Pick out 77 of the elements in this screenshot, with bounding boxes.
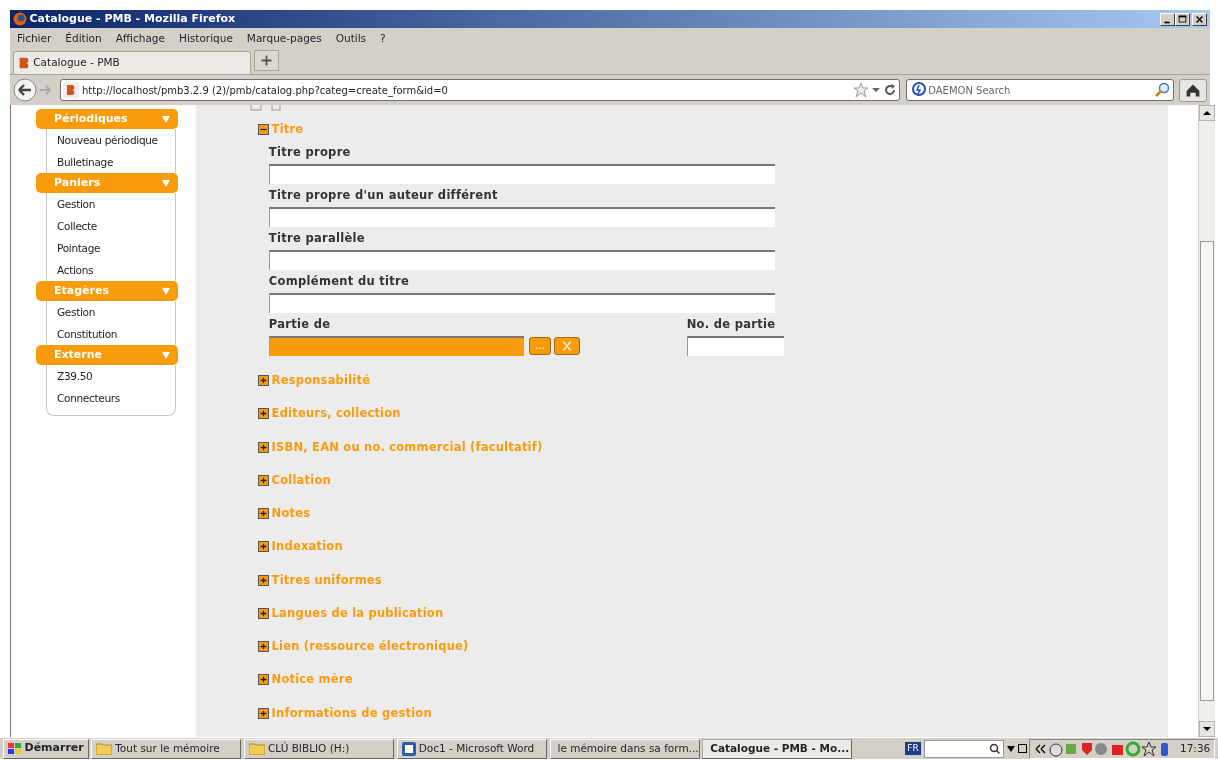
- dropdown-arrow-icon[interactable]: [1007, 745, 1015, 752]
- caret-icon: [162, 287, 170, 295]
- text-field[interactable]: [686, 336, 784, 356]
- caret-icon: [162, 179, 170, 187]
- scroll-down-button[interactable]: [1199, 721, 1215, 737]
- plus-icon[interactable]: [257, 441, 269, 453]
- sidebar-item[interactable]: Constitution: [47, 323, 175, 345]
- field-label: Titre propre: [268, 143, 352, 161]
- start-button[interactable]: Démarrer: [2, 738, 89, 759]
- menu-item[interactable]: Historique: [172, 31, 240, 47]
- plus-icon[interactable]: [257, 574, 269, 586]
- caret-icon: [162, 351, 170, 359]
- plus-icon[interactable]: [257, 641, 269, 653]
- sidebar-item[interactable]: Z39.50: [47, 365, 175, 387]
- menu-item[interactable]: Fichier: [10, 31, 59, 47]
- browser-tab[interactable]: Catalogue - PMB: [12, 51, 251, 74]
- plus-icon[interactable]: [257, 508, 269, 520]
- minimize-button[interactable]: [1159, 12, 1175, 26]
- text-field[interactable]: [268, 250, 775, 270]
- text-field[interactable]: [268, 164, 775, 184]
- window-title: Catalogue - PMB - Mozilla Firefox: [29, 10, 236, 27]
- menu-item[interactable]: Affichage: [108, 31, 172, 47]
- taskbar-button[interactable]: CLÚ BIBLIO (H:): [244, 738, 395, 759]
- menu-item[interactable]: Outils: [328, 31, 374, 47]
- folder-icon: [96, 742, 113, 755]
- dropdown-arrow-icon[interactable]: [871, 87, 880, 93]
- sidebar-item[interactable]: Gestion: [47, 301, 175, 323]
- plus-icon[interactable]: [257, 474, 269, 486]
- taskbar-button[interactable]: Catalogue - PMB - Mo...: [702, 738, 853, 759]
- text-field[interactable]: [268, 293, 775, 313]
- window-icon[interactable]: [1017, 744, 1027, 753]
- sidebar-item[interactable]: Connecteurs: [47, 387, 175, 409]
- field-label: Partie de: [268, 315, 332, 333]
- menu-item[interactable]: ?: [373, 31, 393, 47]
- site-logo-icon: [63, 82, 80, 98]
- taskbar-button[interactable]: Tout sur le mémoire: [91, 738, 242, 759]
- sidebar-item[interactable]: Actions: [47, 259, 175, 281]
- search-icon[interactable]: [1154, 82, 1170, 98]
- menu-item[interactable]: Marque-pages: [239, 31, 329, 47]
- plus-icon[interactable]: [257, 607, 269, 619]
- search-field[interactable]: [924, 739, 1005, 758]
- field-label: Complément du titre: [268, 272, 411, 290]
- menu-item[interactable]: Édition: [58, 31, 109, 47]
- plus-icon[interactable]: [257, 674, 269, 686]
- bookmark-star-icon[interactable]: [853, 82, 869, 98]
- browser-logo-icon: [12, 12, 27, 26]
- scrollbar-thumb[interactable]: [1200, 241, 1214, 701]
- scroll-up-button[interactable]: [1199, 105, 1215, 121]
- caret-icon: [162, 115, 170, 123]
- document-icon: [401, 741, 416, 756]
- plus-icon[interactable]: [257, 408, 269, 420]
- taskbar-button[interactable]: le mémoire dans sa form...: [549, 738, 700, 759]
- sidebar-item[interactable]: Pointage: [47, 237, 175, 259]
- sidebar-item[interactable]: Bulletinage: [47, 151, 175, 173]
- taskbar-button[interactable]: Doc1 - Microsoft Word: [396, 738, 547, 759]
- field-label: Titre parallèle: [268, 229, 366, 247]
- close-button[interactable]: [1192, 12, 1208, 26]
- sidebar-item[interactable]: Nouveau périodique: [47, 129, 175, 151]
- lookup-field[interactable]: [268, 336, 524, 356]
- clock: 17:36: [1180, 740, 1211, 756]
- plus-icon[interactable]: [257, 375, 269, 387]
- language-indicator[interactable]: FR: [904, 741, 922, 756]
- text-field[interactable]: [268, 207, 775, 227]
- plus-icon[interactable]: [257, 707, 269, 719]
- reload-icon[interactable]: [882, 83, 897, 97]
- sidebar-item[interactable]: Collecte: [47, 215, 175, 237]
- home-button[interactable]: [1179, 78, 1208, 102]
- plus-icon[interactable]: [257, 541, 269, 553]
- sidebar-item[interactable]: Gestion: [47, 193, 175, 215]
- new-tab-button[interactable]: [253, 50, 279, 72]
- search-engine-icon[interactable]: [909, 82, 926, 98]
- field-label: Titre propre d'un auteur différent: [268, 186, 499, 204]
- windows-logo-icon: [7, 742, 22, 755]
- clear-button[interactable]: [553, 337, 580, 355]
- field-label: No. de partie: [686, 315, 777, 333]
- minus-icon[interactable]: [257, 124, 269, 136]
- folder-icon: [249, 742, 266, 755]
